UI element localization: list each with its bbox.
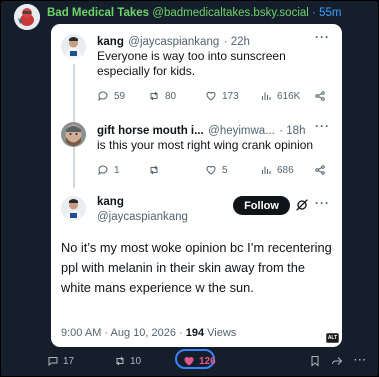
timestamp-text[interactable]: 9:00 AM · Aug 10, 2026 · (61, 327, 186, 339)
author-name[interactable]: Bad Medical Takes (47, 7, 149, 19)
reply-button[interactable]: 17 (47, 355, 74, 367)
views-icon (262, 166, 271, 174)
grok-icon[interactable] (294, 197, 310, 213)
reply-icon (98, 91, 108, 102)
repost-count: 10 (130, 355, 142, 367)
repost-metric[interactable] (148, 164, 165, 176)
bookmark-button[interactable] (309, 355, 321, 367)
tweet-1-header: kang @jaycaspiankang · 22h (97, 32, 250, 50)
views-count: 686 (277, 164, 294, 176)
embedded-screenshot[interactable]: kang @jaycaspiankang · 22h ··· Everyone … (51, 24, 342, 347)
reply-metric[interactable]: 1 (97, 164, 120, 176)
share-icon (315, 165, 325, 175)
reply-metric[interactable]: 59 (97, 90, 125, 102)
tweet-2-text: is this your most right wing crank opini… (97, 138, 314, 152)
alt-text-badge[interactable]: ALT (326, 333, 339, 343)
post-header: Bad Medical Takes @badmedicaltakes.bsky.… (47, 7, 341, 19)
like-count: 126 (199, 355, 216, 367)
repost-count: 80 (165, 90, 177, 102)
share-metric[interactable] (314, 164, 326, 176)
tweet-2-metrics: 1 5 686 (51, 164, 342, 178)
share-button[interactable] (331, 355, 343, 367)
tweet-2-header: gift horse mouth i... @heyimwa... · 18h (97, 121, 305, 139)
main-tweet-more-icon[interactable]: ··· (315, 196, 330, 210)
tweet-1-handle[interactable]: @jaycaspiankang (128, 36, 219, 48)
more-icon: ··· (354, 355, 367, 366)
views-metric[interactable]: 616K (260, 90, 300, 102)
share-metric[interactable] (314, 90, 326, 102)
reply-icon (98, 165, 108, 176)
share-arrow-icon (332, 357, 343, 365)
like-count: 173 (222, 90, 239, 102)
like-metric[interactable]: 173 (205, 90, 239, 102)
heart-icon (206, 91, 216, 101)
tweet-avatar-kang (61, 34, 86, 59)
tweet-1-time[interactable]: · 22h (224, 36, 250, 48)
views-icon (262, 92, 271, 100)
repost-metric[interactable]: 80 (148, 90, 176, 102)
avatar-photo (61, 34, 86, 59)
tweet-1-text: Everyone is way too into sunscreen espec… (97, 49, 286, 78)
like-button[interactable]: 126 (183, 355, 216, 367)
author-avatar[interactable] (14, 4, 40, 30)
views-number: 194 (185, 327, 205, 339)
tweet-2-name[interactable]: gift horse mouth i... (97, 125, 204, 137)
views-label: Views (204, 327, 237, 339)
tweet-avatar-gift-horse (61, 122, 86, 147)
follow-button[interactable]: Follow (233, 196, 290, 215)
main-tweet-text: No it’s my most woke opinion bc I’m rece… (61, 240, 332, 295)
main-tweet-name[interactable]: kang (97, 196, 124, 208)
avatar-photo (61, 122, 86, 147)
share-icon (315, 91, 325, 101)
views-metric[interactable]: 686 (260, 164, 294, 176)
repost-icon (150, 165, 158, 175)
tweet-2-more-icon[interactable]: ··· (315, 119, 330, 133)
post-time[interactable]: 55m (319, 7, 341, 19)
repost-icon (150, 91, 158, 101)
reply-icon (48, 357, 58, 367)
tweet-1-name[interactable]: kang (97, 36, 124, 48)
tweet-1-metrics: 59 80 173 616K (51, 90, 342, 104)
main-tweet-handle[interactable]: @jaycaspiankang (97, 211, 188, 223)
heart-icon (184, 357, 194, 366)
repost-button[interactable]: 10 (114, 355, 141, 367)
author-handle[interactable]: @badmedicaltakes.bsky.social (152, 7, 309, 19)
views-count: 616K (277, 90, 301, 102)
bookmark-icon (311, 356, 319, 367)
separator: · (312, 7, 316, 19)
reply-count: 59 (114, 90, 126, 102)
heart-icon (206, 165, 216, 175)
main-tweet-avatar (61, 196, 86, 221)
more-options-button[interactable]: ··· (354, 355, 367, 366)
avatar-photo (61, 196, 86, 221)
like-metric[interactable]: 5 (205, 164, 228, 176)
avatar-image (14, 4, 40, 30)
tweet-2-handle[interactable]: @heyimwa... (208, 125, 275, 137)
tweet-1-more-icon[interactable]: ··· (315, 30, 330, 44)
like-count: 5 (222, 164, 228, 176)
main-tweet-timestamp: 9:00 AM · Aug 10, 2026 · 194 Views (61, 327, 236, 339)
reply-count: 1 (114, 164, 120, 176)
tweet-2-time[interactable]: · 18h (279, 125, 305, 137)
reply-count: 17 (63, 355, 75, 367)
repost-icon (116, 356, 124, 366)
